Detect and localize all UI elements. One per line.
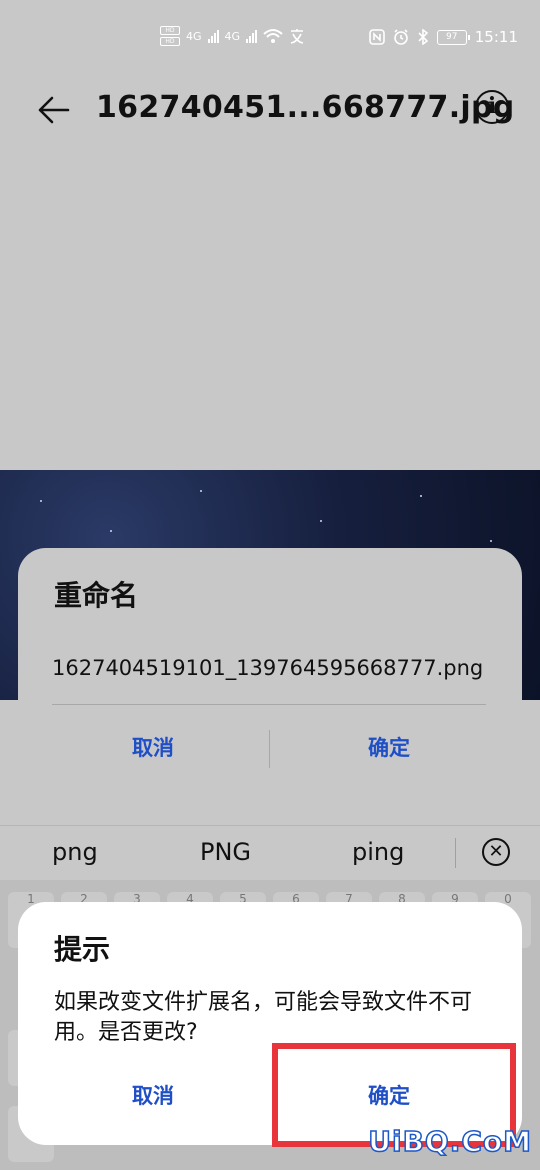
prompt-dialog-title: 提示 [54,933,111,966]
back-arrow-icon[interactable] [36,92,72,128]
app-header: 162740451...668777.jpg i [0,80,540,140]
prompt-dialog-message: 如果改变文件扩展名，可能会导致文件不可用。是否更改? [54,990,473,1045]
suggestion-item[interactable]: png [52,838,98,866]
rename-confirm-button[interactable]: 确定 [294,732,484,762]
network-label-1: 4G [186,29,202,43]
button-divider [269,730,270,768]
suggestion-divider [455,838,456,868]
suggestion-item[interactable]: PNG [200,838,251,866]
status-bar: HD HD 4G 4G 97 15:11 [0,0,540,80]
rename-dialog: 重命名 1627404519101_139764595668777.png 取消… [18,548,522,806]
watermark: UiBQ.CoM [367,1124,532,1159]
status-right: 97 15:11 [368,28,518,46]
prompt-cancel-button[interactable]: 取消 [58,1080,248,1110]
info-icon[interactable]: i [475,90,509,124]
status-left: HD HD 4G 4G [160,26,305,46]
network-label-2: 4G [224,29,241,43]
keyboard-suggestion-bar: png PNG ping ✕ [0,825,540,880]
rename-dialog-title: 重命名 [54,579,139,612]
suggestion-item[interactable]: ping [352,838,404,866]
wifi-icon [263,29,283,43]
hd-badge-1: HD [160,26,180,35]
battery-icon: 97 [436,29,470,45]
nfc-icon [368,29,385,45]
close-icon[interactable]: ✕ [482,838,510,866]
alarm-icon [393,29,408,45]
translate-icon [290,29,304,44]
bluetooth-icon [418,29,428,45]
hd-badge-2: HD [160,37,180,46]
rename-filename-input[interactable]: 1627404519101_139764595668777.png [52,656,483,680]
signal-icon [207,29,219,43]
rename-cancel-button[interactable]: 取消 [58,732,248,762]
signal-icon-2 [246,29,258,43]
file-name-title: 162740451...668777.jpg [96,90,515,125]
clock: 15:11 [474,28,518,46]
hd-badges: HD HD [160,26,180,46]
input-underline [52,704,486,705]
